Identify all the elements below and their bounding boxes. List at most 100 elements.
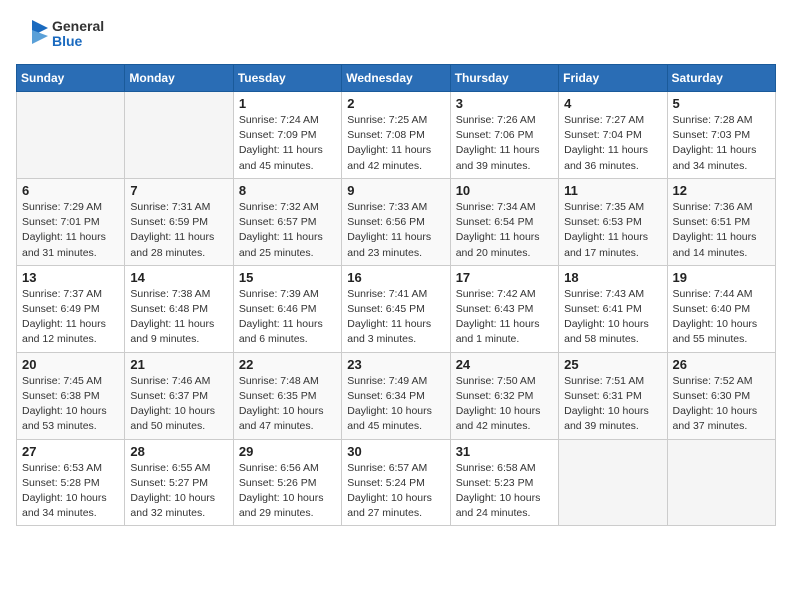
day-number: 21 [130, 357, 227, 372]
calendar-cell: 8 Sunrise: 7:32 AM Sunset: 6:57 PM Daylig… [233, 178, 341, 265]
calendar-week-row: 27 Sunrise: 6:53 AM Sunset: 5:28 PM Dayli… [17, 439, 776, 526]
calendar-cell: 26 Sunrise: 7:52 AM Sunset: 6:30 PM Dayli… [667, 352, 775, 439]
day-info: Sunrise: 7:44 AM Sunset: 6:40 PM Dayligh… [673, 287, 770, 348]
day-info: Sunrise: 7:26 AM Sunset: 7:06 PM Dayligh… [456, 113, 553, 174]
day-info: Sunrise: 6:53 AM Sunset: 5:28 PM Dayligh… [22, 461, 119, 522]
day-info: Sunrise: 7:25 AM Sunset: 7:08 PM Dayligh… [347, 113, 444, 174]
day-number: 6 [22, 183, 119, 198]
calendar-cell: 31 Sunrise: 6:58 AM Sunset: 5:23 PM Dayli… [450, 439, 558, 526]
calendar-cell: 28 Sunrise: 6:55 AM Sunset: 5:27 PM Dayli… [125, 439, 233, 526]
calendar-cell: 20 Sunrise: 7:45 AM Sunset: 6:38 PM Dayli… [17, 352, 125, 439]
day-info: Sunrise: 7:45 AM Sunset: 6:38 PM Dayligh… [22, 374, 119, 435]
calendar-cell: 2Sunrise: 7:25 AM Sunset: 7:08 PM Daylig… [342, 92, 450, 179]
day-number: 1 [239, 96, 336, 111]
day-info: Sunrise: 7:37 AM Sunset: 6:49 PM Dayligh… [22, 287, 119, 348]
day-number: 26 [673, 357, 770, 372]
logo-general-text: General [52, 19, 104, 34]
day-info: Sunrise: 6:55 AM Sunset: 5:27 PM Dayligh… [130, 461, 227, 522]
day-number: 7 [130, 183, 227, 198]
calendar-cell: 10 Sunrise: 7:34 AM Sunset: 6:54 PM Dayli… [450, 178, 558, 265]
calendar-cell: 22 Sunrise: 7:48 AM Sunset: 6:35 PM Dayli… [233, 352, 341, 439]
day-info: Sunrise: 7:29 AM Sunset: 7:01 PM Dayligh… [22, 200, 119, 261]
calendar-cell: 7 Sunrise: 7:31 AM Sunset: 6:59 PM Daylig… [125, 178, 233, 265]
calendar-cell [667, 439, 775, 526]
calendar-cell: 6 Sunrise: 7:29 AM Sunset: 7:01 PM Daylig… [17, 178, 125, 265]
day-number: 28 [130, 444, 227, 459]
calendar-cell: 11 Sunrise: 7:35 AM Sunset: 6:53 PM Dayli… [559, 178, 667, 265]
day-info: Sunrise: 6:56 AM Sunset: 5:26 PM Dayligh… [239, 461, 336, 522]
weekday-header-cell: Tuesday [233, 65, 341, 92]
day-info: Sunrise: 7:24 AM Sunset: 7:09 PM Dayligh… [239, 113, 336, 174]
calendar-cell: 5 Sunrise: 7:28 AM Sunset: 7:03 PM Daylig… [667, 92, 775, 179]
day-number: 29 [239, 444, 336, 459]
day-number: 4 [564, 96, 661, 111]
day-info: Sunrise: 7:50 AM Sunset: 6:32 PM Dayligh… [456, 374, 553, 435]
day-info: Sunrise: 7:43 AM Sunset: 6:41 PM Dayligh… [564, 287, 661, 348]
day-number: 22 [239, 357, 336, 372]
day-info: Sunrise: 7:36 AM Sunset: 6:51 PM Dayligh… [673, 200, 770, 261]
day-info: Sunrise: 7:28 AM Sunset: 7:03 PM Dayligh… [673, 113, 770, 174]
day-number: 18 [564, 270, 661, 285]
calendar-week-row: 13Sunrise: 7:37 AM Sunset: 6:49 PM Dayli… [17, 265, 776, 352]
calendar-cell: 23 Sunrise: 7:49 AM Sunset: 6:34 PM Dayli… [342, 352, 450, 439]
weekday-header-cell: Wednesday [342, 65, 450, 92]
logo-bird-icon [16, 16, 48, 52]
day-info: Sunrise: 7:35 AM Sunset: 6:53 PM Dayligh… [564, 200, 661, 261]
day-info: Sunrise: 7:34 AM Sunset: 6:54 PM Dayligh… [456, 200, 553, 261]
day-info: Sunrise: 7:41 AM Sunset: 6:45 PM Dayligh… [347, 287, 444, 348]
calendar-cell: 21 Sunrise: 7:46 AM Sunset: 6:37 PM Dayli… [125, 352, 233, 439]
day-number: 9 [347, 183, 444, 198]
calendar-cell: 4 Sunrise: 7:27 AM Sunset: 7:04 PM Daylig… [559, 92, 667, 179]
calendar-cell: 30 Sunrise: 6:57 AM Sunset: 5:24 PM Dayli… [342, 439, 450, 526]
calendar-cell: 19 Sunrise: 7:44 AM Sunset: 6:40 PM Dayli… [667, 265, 775, 352]
day-info: Sunrise: 7:38 AM Sunset: 6:48 PM Dayligh… [130, 287, 227, 348]
calendar-cell: 3 Sunrise: 7:26 AM Sunset: 7:06 PM Daylig… [450, 92, 558, 179]
day-number: 3 [456, 96, 553, 111]
calendar-cell: 1 Sunrise: 7:24 AM Sunset: 7:09 PM Daylig… [233, 92, 341, 179]
day-number: 31 [456, 444, 553, 459]
day-number: 19 [673, 270, 770, 285]
day-info: Sunrise: 7:39 AM Sunset: 6:46 PM Dayligh… [239, 287, 336, 348]
logo-blue-text: Blue [52, 34, 104, 49]
calendar-cell: 9 Sunrise: 7:33 AM Sunset: 6:56 PM Daylig… [342, 178, 450, 265]
calendar-cell: 14Sunrise: 7:38 AM Sunset: 6:48 PM Dayli… [125, 265, 233, 352]
day-number: 16 [347, 270, 444, 285]
calendar-cell: 16 Sunrise: 7:41 AM Sunset: 6:45 PM Dayli… [342, 265, 450, 352]
day-number: 5 [673, 96, 770, 111]
calendar-cell: 29 Sunrise: 6:56 AM Sunset: 5:26 PM Dayli… [233, 439, 341, 526]
day-info: Sunrise: 7:52 AM Sunset: 6:30 PM Dayligh… [673, 374, 770, 435]
day-info: Sunrise: 7:32 AM Sunset: 6:57 PM Dayligh… [239, 200, 336, 261]
day-info: Sunrise: 7:46 AM Sunset: 6:37 PM Dayligh… [130, 374, 227, 435]
day-number: 11 [564, 183, 661, 198]
day-info: Sunrise: 6:57 AM Sunset: 5:24 PM Dayligh… [347, 461, 444, 522]
day-number: 20 [22, 357, 119, 372]
calendar-table: SundayMondayTuesdayWednesdayThursdayFrid… [16, 64, 776, 526]
day-number: 10 [456, 183, 553, 198]
weekday-header-cell: Friday [559, 65, 667, 92]
day-number: 23 [347, 357, 444, 372]
calendar-cell: 15Sunrise: 7:39 AM Sunset: 6:46 PM Dayli… [233, 265, 341, 352]
calendar-cell: 18 Sunrise: 7:43 AM Sunset: 6:41 PM Dayli… [559, 265, 667, 352]
weekday-header-cell: Saturday [667, 65, 775, 92]
day-number: 8 [239, 183, 336, 198]
day-info: Sunrise: 7:31 AM Sunset: 6:59 PM Dayligh… [130, 200, 227, 261]
day-info: Sunrise: 7:48 AM Sunset: 6:35 PM Dayligh… [239, 374, 336, 435]
day-number: 30 [347, 444, 444, 459]
day-number: 12 [673, 183, 770, 198]
calendar-cell: 13Sunrise: 7:37 AM Sunset: 6:49 PM Dayli… [17, 265, 125, 352]
calendar-cell [559, 439, 667, 526]
page-header: GeneralBlue [16, 16, 776, 52]
day-number: 25 [564, 357, 661, 372]
calendar-week-row: 6 Sunrise: 7:29 AM Sunset: 7:01 PM Daylig… [17, 178, 776, 265]
day-number: 27 [22, 444, 119, 459]
day-info: Sunrise: 7:49 AM Sunset: 6:34 PM Dayligh… [347, 374, 444, 435]
calendar-cell [125, 92, 233, 179]
day-info: Sunrise: 7:27 AM Sunset: 7:04 PM Dayligh… [564, 113, 661, 174]
day-info: Sunrise: 6:58 AM Sunset: 5:23 PM Dayligh… [456, 461, 553, 522]
calendar-cell: 17Sunrise: 7:42 AM Sunset: 6:43 PM Dayli… [450, 265, 558, 352]
weekday-header-row: SundayMondayTuesdayWednesdayThursdayFrid… [17, 65, 776, 92]
weekday-header-cell: Sunday [17, 65, 125, 92]
day-info: Sunrise: 7:33 AM Sunset: 6:56 PM Dayligh… [347, 200, 444, 261]
calendar-week-row: 20 Sunrise: 7:45 AM Sunset: 6:38 PM Dayli… [17, 352, 776, 439]
day-number: 17 [456, 270, 553, 285]
